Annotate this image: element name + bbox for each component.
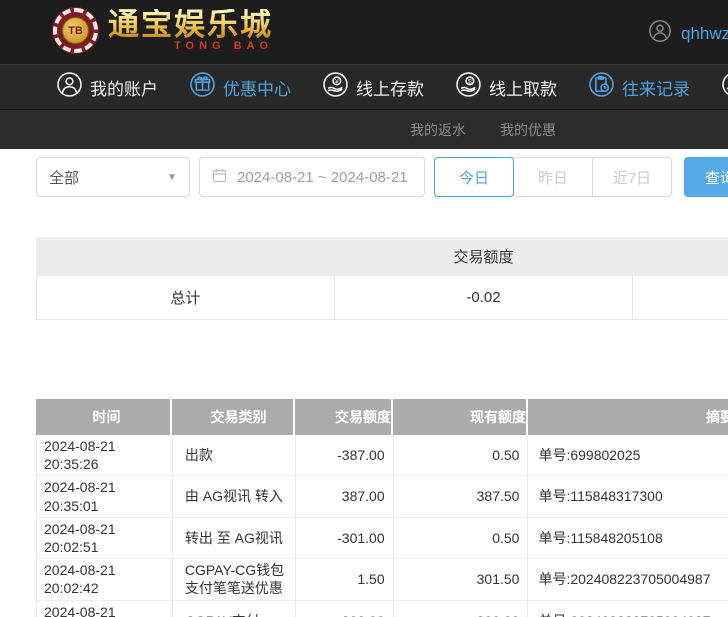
summary-total-label: 总计 (37, 276, 335, 319)
cell-summary: 单号:202408223705004987 (528, 559, 728, 599)
summary-table: 交易额度 总计 -0.02 (36, 237, 728, 320)
table-row: 2024-08-21 20:35:26 出款 -387.00 0.50 单号:6… (36, 435, 728, 476)
chevron-down-icon: ▼ (167, 172, 177, 183)
summary-total-row: 总计 -0.02 (36, 276, 728, 320)
cell-balance: 0.50 (394, 518, 529, 558)
last7days-button[interactable]: 近7日 (592, 157, 672, 197)
calendar-icon (211, 167, 228, 188)
col-header-type: 交易类别 (172, 399, 295, 435)
cell-type: 由 AG视讯 转入 (173, 476, 296, 516)
cell-time: 2024-08-21 20:02:51 (37, 518, 173, 558)
nav-item-deposit[interactable]: ¥ 线上存款 (322, 71, 424, 103)
cell-summary: 单号:115848317300 (528, 476, 728, 516)
search-button[interactable]: 查询 (684, 157, 728, 197)
cell-time: 2024-08-21 20:02:42 (37, 601, 173, 617)
avatar-icon (648, 19, 672, 48)
transactions-header: 时间 交易类别 交易额度 现有额度 摘要 (36, 399, 728, 435)
yesterday-button[interactable]: 昨日 (513, 157, 593, 197)
type-select-value: 全部 (49, 167, 79, 188)
cell-summary: 单号:699802025 (528, 435, 728, 475)
nav-label: 我的账户 (90, 75, 158, 100)
svg-text:$: $ (468, 78, 472, 85)
cell-type: CGPAY支付 (173, 601, 296, 617)
withdraw-hand-coin-icon: $ (455, 71, 482, 103)
records-clipboard-clock-icon (588, 71, 615, 103)
table-row: 2024-08-21 20:35:01 由 AG视讯 转入 387.00 387… (36, 476, 728, 517)
type-select[interactable]: 全部 ▼ (36, 157, 190, 197)
cell-type: 转出 至 AG视讯 (173, 518, 296, 558)
nav-label: 线上取款 (489, 75, 557, 100)
cell-time: 2024-08-21 20:02:42 (37, 559, 173, 599)
quick-date-buttons: 今日 昨日 近7日 (434, 157, 672, 197)
today-button[interactable]: 今日 (434, 157, 514, 197)
cell-balance: 300.00 (394, 601, 529, 617)
col-header-amount: 交易额度 (295, 399, 393, 435)
transactions-body: 2024-08-21 20:35:26 出款 -387.00 0.50 单号:6… (36, 435, 728, 617)
cell-balance: 301.50 (394, 559, 529, 599)
cell-balance: 0.50 (394, 435, 529, 475)
cell-amount: 1.50 (296, 559, 394, 599)
poker-chip-icon: TB (52, 7, 99, 54)
summary-header-amount: 交易额度 (334, 246, 633, 267)
user-info[interactable]: qhhwz (648, 19, 728, 48)
user-icon (56, 71, 83, 103)
filter-bar: 全部 ▼ 2024-08-21 ~ 2024-08-21 今日 昨日 近7日 查 (36, 157, 728, 197)
cell-type: CGPAY-CG钱包支付笔笔送优惠 (173, 559, 296, 599)
logo-text: 通宝娱乐城 TONG BAO (108, 9, 273, 52)
logo-subtitle: TONG BAO (174, 40, 273, 52)
logo-title: 通宝娱乐城 (108, 9, 273, 42)
main-nav: 我的账户 优惠中心 ¥ (0, 64, 728, 109)
nav-item-withdraw[interactable]: $ 线上取款 (455, 71, 557, 103)
nav-label: 往来记录 (622, 75, 690, 100)
deposit-hand-coin-icon: ¥ (322, 71, 349, 103)
cell-balance: 387.50 (394, 476, 529, 516)
date-range-input[interactable]: 2024-08-21 ~ 2024-08-21 (199, 157, 425, 197)
subnav-item-promos[interactable]: 我的优惠 (500, 120, 556, 140)
cell-amount: -301.00 (296, 518, 394, 558)
cell-time: 2024-08-21 20:35:26 (37, 435, 173, 475)
svg-text:¥: ¥ (335, 78, 339, 85)
cell-time: 2024-08-21 20:35:01 (37, 476, 173, 516)
date-range-value: 2024-08-21 ~ 2024-08-21 (237, 169, 408, 186)
content: 全部 ▼ 2024-08-21 ~ 2024-08-21 今日 昨日 近7日 查 (0, 149, 728, 617)
nav-item-messages[interactable]: 信息 (721, 71, 728, 103)
subnav-item-rebate[interactable]: 我的返水 (410, 120, 466, 140)
sub-nav: 我的返水 我的优惠 (0, 109, 728, 149)
cell-amount: 300.00 (296, 601, 394, 617)
username: qhhwz (681, 24, 728, 44)
summary-total-value: -0.02 (335, 276, 634, 319)
nav-item-promotions[interactable]: 优惠中心 (189, 71, 291, 103)
nav-label: 线上存款 (356, 75, 424, 100)
bell-icon (721, 71, 728, 103)
cell-amount: -387.00 (296, 435, 394, 475)
table-row: 2024-08-21 20:02:42 CGPAY支付 300.00 300.0… (36, 601, 728, 617)
site-logo[interactable]: TB 通宝娱乐城 TONG BAO (52, 7, 273, 54)
viewport: TB 通宝娱乐城 TONG BAO qhhwz (0, 0, 728, 617)
summary-total-extra (633, 276, 728, 319)
col-header-time: 时间 (36, 399, 172, 435)
table-row: 2024-08-21 20:02:42 CGPAY-CG钱包支付笔笔送优惠 1.… (36, 559, 728, 600)
transactions-table: 时间 交易类别 交易额度 现有额度 摘要 2024-08-21 20:35:26… (36, 399, 728, 617)
cell-type: 出款 (173, 435, 296, 475)
top-header: TB 通宝娱乐城 TONG BAO qhhwz (0, 0, 728, 64)
nav-item-records[interactable]: 往来记录 (588, 71, 690, 103)
nav-label: 优惠中心 (223, 75, 291, 100)
page: TB 通宝娱乐城 TONG BAO qhhwz (0, 0, 728, 617)
nav-item-my-account[interactable]: 我的账户 (56, 71, 158, 103)
col-header-balance: 现有额度 (393, 399, 528, 435)
cell-summary: 单号:202408223705004987 (528, 601, 728, 617)
chip-core: TB (62, 17, 89, 44)
table-row: 2024-08-21 20:02:51 转出 至 AG视讯 -301.00 0.… (36, 518, 728, 559)
gift-icon (189, 71, 216, 103)
summary-header-row: 交易额度 (36, 237, 728, 276)
cell-summary: 单号:115848205108 (528, 518, 728, 558)
cell-amount: 387.00 (296, 476, 394, 516)
col-header-summary: 摘要 (528, 399, 728, 435)
